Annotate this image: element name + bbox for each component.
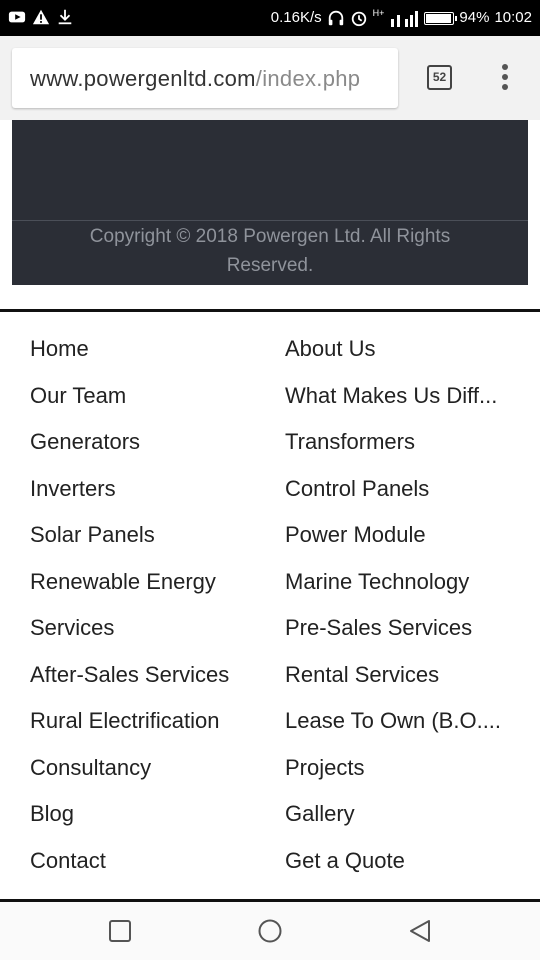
menu-link-rural-electrification[interactable]: Rural Electrification [30, 698, 220, 744]
network-speed: 0.16K/s [270, 9, 322, 26]
menu-link-home[interactable]: Home [30, 326, 89, 372]
system-nav-bar [0, 902, 540, 960]
menu-link-power-module[interactable]: Power Module [285, 512, 426, 558]
menu-link-generators[interactable]: Generators [30, 419, 140, 465]
menu-link-our-team[interactable]: Our Team [30, 373, 126, 419]
copyright-line-2: Reserved. [226, 255, 314, 276]
download-icon [58, 9, 72, 25]
menu-top-divider [0, 309, 540, 312]
signal-icon [391, 11, 419, 27]
menu-link-pre-sales-services[interactable]: Pre-Sales Services [285, 605, 472, 651]
menu-link-after-sales-services[interactable]: After-Sales Services [30, 652, 229, 698]
menu-link-lease-to-own-b-o[interactable]: Lease To Own (B.O.... [285, 698, 501, 744]
warning-icon [32, 9, 50, 25]
menu-link-gallery[interactable]: Gallery [285, 791, 355, 837]
menu-link-control-panels[interactable]: Control Panels [285, 466, 429, 512]
url-path: /index.php [255, 66, 361, 91]
url-text[interactable]: www.powergenltd.com/index.php [30, 66, 360, 92]
headphones-icon [328, 10, 343, 26]
youtube-icon [8, 11, 26, 23]
browser-toolbar: www.powergenltd.com/index.php 52 [0, 36, 540, 120]
battery-percentage: 94% [459, 9, 490, 26]
menu-link-transformers[interactable]: Transformers [285, 419, 415, 465]
copyright-text: Copyright © 2018 Powergen Ltd. All Right… [12, 222, 528, 280]
menu-link-get-a-quote[interactable]: Get a Quote [285, 838, 405, 884]
home-icon[interactable] [257, 918, 283, 944]
copyright-line-1: Copyright © 2018 Powergen Ltd. All Right… [89, 226, 451, 247]
tab-switcher-button[interactable]: 52 [427, 65, 452, 90]
more-options-icon[interactable] [497, 64, 513, 94]
menu-link-contact[interactable]: Contact [30, 838, 106, 884]
url-host: www.powergenltd.com [30, 66, 256, 91]
menu-link-renewable-energy[interactable]: Renewable Energy [30, 559, 216, 605]
menu-link-blog[interactable]: Blog [30, 791, 74, 837]
menu-link-solar-panels[interactable]: Solar Panels [30, 512, 155, 558]
url-bar[interactable]: www.powergenltd.com/index.php [12, 48, 398, 108]
menu-link-projects[interactable]: Projects [285, 745, 364, 791]
network-type-label: H+ [372, 8, 385, 18]
menu-link-marine-technology[interactable]: Marine Technology [285, 559, 469, 605]
menu-link-services[interactable]: Services [30, 605, 114, 651]
page-footer: Copyright © 2018 Powergen Ltd. All Right… [12, 120, 528, 285]
menu-link-consultancy[interactable]: Consultancy [30, 745, 151, 791]
footer-divider [12, 220, 528, 221]
battery-fill [426, 13, 451, 23]
status-bar: 0.16K/s H+ 94% 10:02 [0, 0, 540, 36]
menu-link-about-us[interactable]: About Us [285, 326, 376, 372]
recent-apps-icon[interactable] [107, 918, 133, 944]
menu-link-inverters[interactable]: Inverters [30, 466, 116, 512]
menu-link-rental-services[interactable]: Rental Services [285, 652, 439, 698]
menu-link-what-makes-us-diff[interactable]: What Makes Us Diff... [285, 373, 497, 419]
back-icon[interactable] [407, 918, 433, 944]
clock: 10:02 [494, 9, 532, 26]
alarm-icon [351, 11, 366, 27]
battery-icon [424, 11, 458, 25]
